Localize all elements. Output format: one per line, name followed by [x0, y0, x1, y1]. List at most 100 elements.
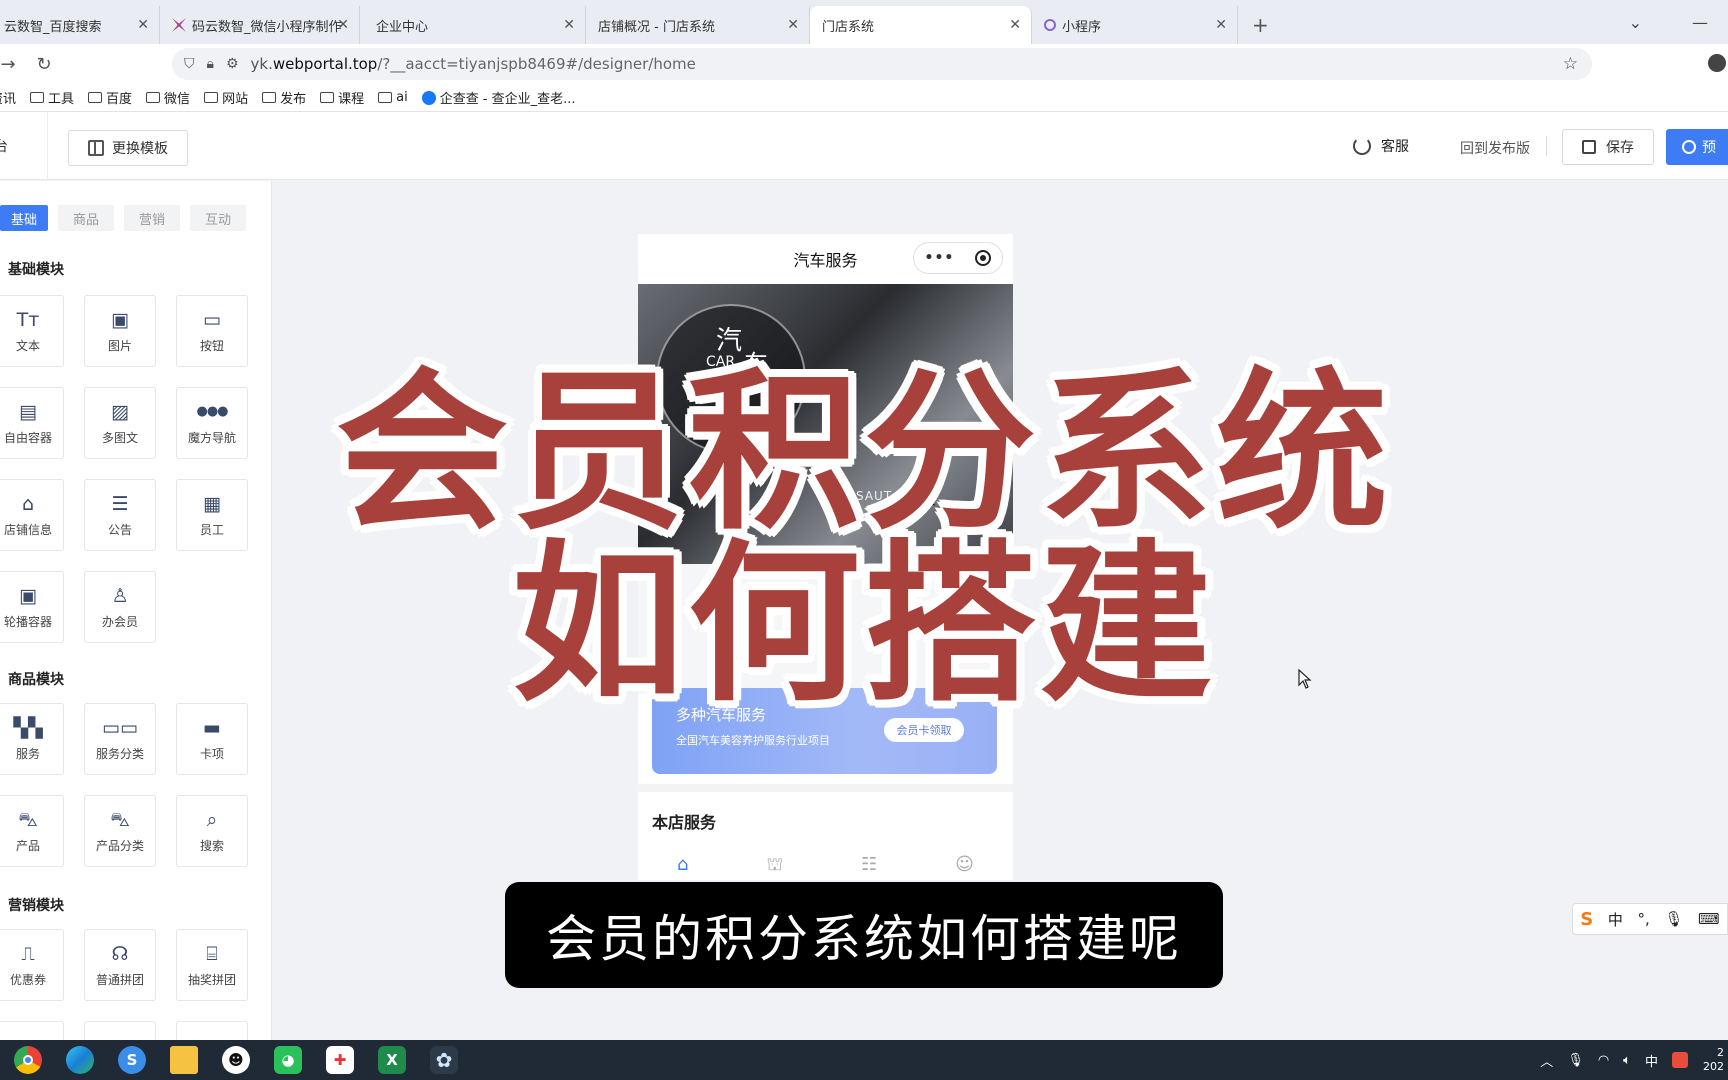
home-icon[interactable]: ⌂: [677, 854, 688, 878]
sogou-tray-icon[interactable]: [1672, 1052, 1688, 1068]
keyboard-icon[interactable]: ⌨: [1698, 910, 1720, 928]
ime-language-toggle[interactable]: 中: [1608, 909, 1623, 930]
site-settings-icon[interactable]: ⚙︎: [226, 56, 239, 72]
component-partial[interactable]: [84, 1021, 156, 1040]
folder-icon: [88, 92, 103, 103]
save-button[interactable]: 保存: [1562, 129, 1654, 165]
microphone-icon[interactable]: 🎙: [1664, 910, 1683, 928]
change-template-button[interactable]: 更换模板: [68, 130, 188, 166]
close-icon[interactable]: ✕: [137, 17, 149, 33]
bookmark-qichacha[interactable]: 企查查 - 查企业_查老...: [421, 88, 576, 107]
store-services-title: 本店服务: [652, 813, 717, 832]
tab-baidu[interactable]: 云数智_百度搜索 ✕: [0, 6, 160, 44]
tab-goods[interactable]: 商品: [58, 205, 114, 231]
microphone-icon[interactable]: 🎙︎: [1567, 1053, 1584, 1068]
component-text[interactable]: Tᴛ 文本: [0, 295, 64, 367]
windows-taskbar: S ☻ ◕ ✚ X ✿ ︿ 🎙︎ ◠ 🔈︎ 中 2 202: [0, 1040, 1728, 1080]
close-target-icon[interactable]: [975, 250, 992, 266]
component-product-category[interactable]: ⛍ 产品分类: [84, 795, 156, 867]
excel-icon[interactable]: X: [378, 1046, 406, 1074]
minimize-icon[interactable]: —: [1692, 13, 1708, 32]
folder-icon: [378, 92, 393, 103]
store-icon[interactable]: ⛫: [766, 854, 783, 878]
edge-icon[interactable]: [66, 1046, 94, 1074]
section-title-basic: 基础模块: [8, 262, 64, 278]
bookmark-folder[interactable]: ai: [378, 90, 408, 105]
bookmark-item[interactable]: 资讯: [0, 88, 16, 107]
punctuation-icon[interactable]: °,: [1637, 910, 1649, 928]
section-title-marketing: 营销模块: [8, 898, 64, 914]
bookmark-folder[interactable]: 工具: [30, 88, 74, 107]
system-clock[interactable]: 2 202: [1702, 1046, 1724, 1074]
more-icon[interactable]: •••: [925, 250, 955, 266]
miniprogram-capsule[interactable]: •••: [913, 242, 1003, 274]
component-coupon[interactable]: ⎍ 优惠券: [0, 929, 64, 1001]
qichacha-icon: [421, 90, 436, 105]
profile-icon[interactable]: [1708, 54, 1726, 72]
tab-enterprise[interactable]: 企业中心 ✕: [360, 6, 586, 44]
user-icon[interactable]: ☺: [955, 854, 974, 878]
tab-marketing[interactable]: 营销: [124, 205, 180, 231]
tab-miniprogram[interactable]: 小程序 ✕: [1032, 6, 1238, 44]
component-partial[interactable]: [0, 1021, 64, 1040]
close-icon[interactable]: ✕: [563, 17, 575, 33]
close-icon[interactable]: ✕: [787, 17, 799, 33]
url-domain: webportal.top: [272, 55, 378, 73]
tab-basic[interactable]: 基础: [0, 205, 48, 231]
component-button[interactable]: ▭ 按钮: [176, 295, 248, 367]
bookmark-folder[interactable]: 百度: [88, 88, 132, 107]
chevron-up-icon[interactable]: ︿: [1540, 1051, 1553, 1070]
sogou-browser-icon[interactable]: S: [118, 1046, 146, 1074]
chrome-icon[interactable]: [14, 1046, 42, 1074]
customer-service-button[interactable]: 客服: [1353, 136, 1409, 156]
browser-tabbar: 云数智_百度搜索 ✕ 码云数智_微信小程序制作平台_ ✕ 企业中心 ✕ 店铺概况…: [0, 0, 1728, 44]
service-tab-icons: ⌂ ⛫ ☷ ☺: [638, 854, 1013, 878]
close-icon[interactable]: ✕: [1215, 17, 1227, 33]
close-icon[interactable]: ✕: [1009, 17, 1021, 33]
bookmark-folder[interactable]: 课程: [320, 88, 364, 107]
component-search[interactable]: ⌕ 搜索: [176, 795, 248, 867]
reload-icon[interactable]: ↻: [26, 54, 62, 75]
video-app-icon[interactable]: ✚: [326, 1046, 354, 1074]
tab-list-icon[interactable]: ⌄: [1629, 13, 1642, 32]
back-to-published-button[interactable]: 回到发布版: [1460, 138, 1530, 158]
file-explorer-icon[interactable]: [170, 1046, 198, 1074]
bookmark-folder[interactable]: 微信: [146, 88, 190, 107]
qq-icon[interactable]: ☻: [222, 1046, 250, 1074]
bookmark-star-icon[interactable]: ☆: [1563, 54, 1578, 74]
new-tab-button[interactable]: +: [1238, 6, 1283, 44]
tab-store-system[interactable]: 门店系统 ✕: [810, 6, 1032, 44]
component-lottery-group[interactable]: ⌸ 抽奖拼团: [176, 929, 248, 1001]
address-bar[interactable]: ⛉ 🔒︎ ⚙︎ yk. webportal.top/?__aacct=tiyanj…: [172, 48, 1592, 80]
sogou-ime-icon[interactable]: S: [1580, 909, 1593, 930]
video-subtitle: 会员的积分系统如何搭建呢: [505, 882, 1223, 988]
tab-label: 店铺概况 - 门店系统: [598, 19, 715, 35]
list-icon[interactable]: ☷: [861, 854, 877, 878]
ime-language-indicator[interactable]: 中: [1645, 1051, 1658, 1070]
component-partial[interactable]: [176, 1021, 248, 1040]
shield-icon: ⛉: [184, 56, 195, 72]
tab-mayun[interactable]: 码云数智_微信小程序制作平台_ ✕: [160, 6, 360, 44]
close-icon[interactable]: ✕: [337, 17, 349, 33]
miniprogram-icon: [1044, 19, 1056, 31]
volume-icon[interactable]: 🔈︎: [1623, 1053, 1631, 1068]
forward-icon[interactable]: →: [0, 54, 26, 75]
wechat-icon[interactable]: ◕: [274, 1046, 302, 1074]
component-group-buy[interactable]: ☊ 普通拼团: [84, 929, 156, 1001]
bookmark-folder[interactable]: 发布: [262, 88, 306, 107]
group-buy-icon: ☊: [111, 943, 129, 965]
divider: [638, 784, 1013, 792]
folder-icon: [262, 92, 277, 103]
tab-store-overview[interactable]: 店铺概况 - 门店系统 ✕: [586, 6, 810, 44]
search-icon: [1682, 140, 1696, 154]
component-product[interactable]: ⛍ 产品: [0, 795, 64, 867]
flower-app-icon[interactable]: ✿: [430, 1046, 458, 1074]
overlay-title-line1: 会员积分系统: [336, 352, 1392, 553]
tab-interaction[interactable]: 互动: [190, 205, 246, 231]
bookmark-folder[interactable]: 网站: [204, 88, 248, 107]
ime-toolbar: S 中 °, 🎙 ⌨: [1572, 903, 1728, 935]
network-icon[interactable]: ◠: [1598, 1053, 1609, 1068]
component-image[interactable]: ▣ 图片: [84, 295, 156, 367]
folder-icon: [204, 92, 219, 103]
preview-button[interactable]: 预: [1666, 129, 1728, 165]
